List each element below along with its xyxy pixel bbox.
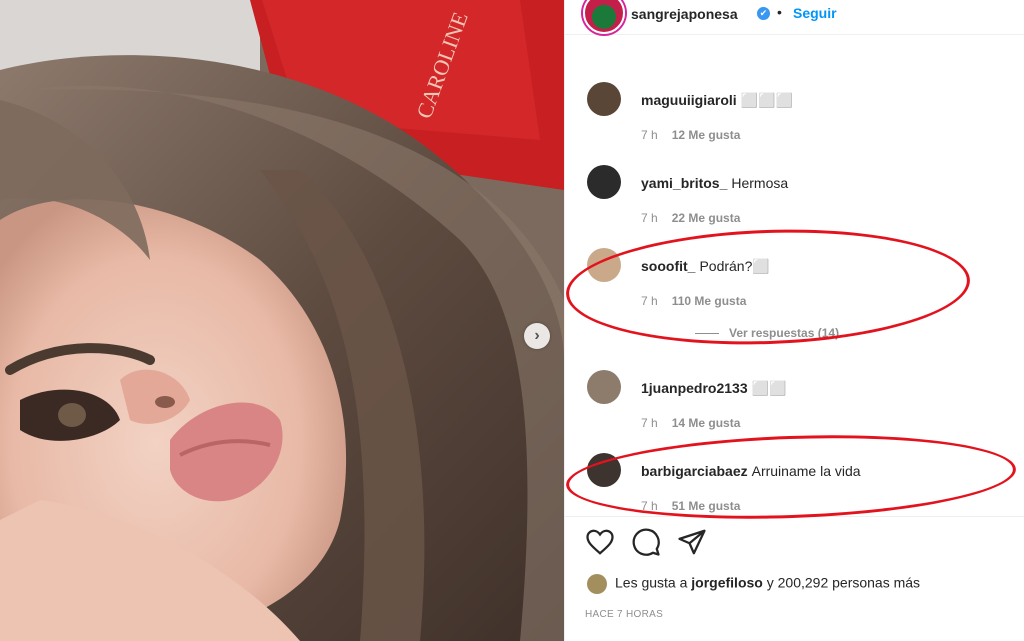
comment-username[interactable]: maguuiigiaroli [641,92,737,108]
comment-text: ⬜⬜ [751,380,787,396]
comment-likes[interactable]: 51 Me gusta [672,499,741,513]
likes-summary: Les gusta a jorgefiloso y 200,292 person… [587,574,920,596]
view-replies-link[interactable]: Ver respuestas (14) [695,326,839,340]
post-timestamp[interactable]: HACE 7 HORAS [585,609,663,620]
comment-username[interactable]: sooofit_ [641,258,695,274]
next-photo-button[interactable]: › [524,323,550,349]
liker-avatar[interactable] [587,574,607,594]
share-icon[interactable] [677,527,707,557]
commenter-avatar[interactable] [587,248,621,282]
separator-dot: • [777,4,782,20]
comment-likes[interactable]: 110 Me gusta [672,294,747,308]
liker-username[interactable]: jorgefiloso [691,575,763,591]
comment-likes[interactable]: 12 Me gusta [672,128,741,142]
likes-prefix: Les gusta a [615,574,688,591]
comment-time[interactable]: 7 h [641,211,658,225]
chevron-right-icon: › [534,327,540,344]
commenter-avatar[interactable] [587,165,621,199]
follow-button[interactable]: Seguir [793,5,837,21]
comment-text: Arruiname la vida [751,463,861,479]
comment-text: Podrán?⬜ [699,258,770,274]
heart-icon[interactable] [585,527,615,557]
comment-time[interactable]: 7 h [641,294,658,308]
comment-likes[interactable]: 22 Me gusta [672,211,741,225]
commenter-avatar[interactable] [587,370,621,404]
comment-username[interactable]: barbigarciabaez [641,463,748,479]
author-avatar[interactable] [583,0,625,34]
comment-text: ⬜⬜⬜ [740,92,793,108]
comment-time[interactable]: 7 h [641,416,658,430]
likes-suffix[interactable]: y 200,292 personas más [767,575,920,591]
comment-username[interactable]: 1juanpedro2133 [641,380,748,396]
selfie-image: CAROLINE [0,0,564,641]
comment-time[interactable]: 7 h [641,499,658,513]
verified-badge-icon: ✔ [757,7,770,20]
post-side-panel: sangrejaponesa ✔ • Seguir maguuiigiaroli… [564,0,1024,641]
action-bar [565,516,1024,567]
post-photo: CAROLINE › [0,0,564,641]
post-header: sangrejaponesa ✔ • Seguir [565,0,1024,35]
comment-time[interactable]: 7 h [641,128,658,142]
comment-username[interactable]: yami_britos_ [641,175,727,191]
comment-text: Hermosa [731,175,789,191]
commenter-avatar[interactable] [587,453,621,487]
commenter-avatar[interactable] [587,82,621,116]
comment-icon[interactable] [631,527,661,557]
comment-likes[interactable]: 14 Me gusta [672,416,741,430]
author-username[interactable]: sangrejaponesa [631,6,738,22]
